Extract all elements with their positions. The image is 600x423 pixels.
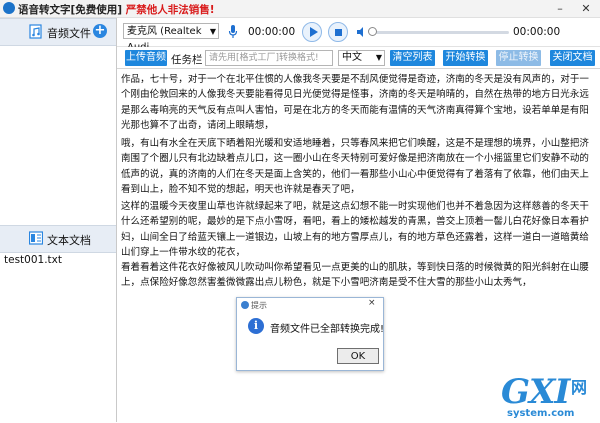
device-select[interactable]: 麦克风 (Realtek Audi ▼ [123, 23, 219, 53]
watermark-domain: system.com [507, 408, 575, 419]
task-input[interactable]: 请先用[格式工厂]转换格式! [205, 50, 333, 66]
task-label: 任务栏 [171, 54, 203, 66]
app-title-text: 语音转文字[免费使用] [18, 4, 123, 16]
total-time: 00:00:00 [513, 26, 561, 38]
chevron-down-icon: ▼ [375, 53, 382, 62]
completion-dialog: 提示 × i 音频文件已全部转换完成! OK [236, 297, 384, 371]
dialog-app-icon [241, 301, 249, 309]
watermark-logo: GXI 网 system.com [501, 375, 597, 421]
toolbar: 上传音频 任务栏 请先用[格式工厂]转换格式! 中文 ▼ 清空列表 开始转换 停… [117, 47, 600, 67]
audio-files-header: 音频文件 + [0, 18, 116, 46]
dialog-message: 音频文件已全部转换完成! [270, 324, 385, 335]
volume-icon [357, 27, 363, 37]
language-select-value: 中文 [342, 52, 362, 63]
transcript-paragraph: 这样的温暖今天夜里山草也许就绿起来了吧，就是这点幻想不能一时实现他们也并不着急因… [121, 201, 589, 258]
chevron-down-icon: ▼ [209, 27, 216, 36]
play-button[interactable] [302, 22, 322, 42]
dialog-title: 提示 [251, 301, 267, 310]
text-docs-header: 文本文档 [0, 225, 116, 253]
doc-list-item[interactable]: test001.txt [4, 254, 62, 266]
transcript-paragraph: 哦，有山有水全在天底下晒着阳光暖和安适地睡着，只等春风来把它们唤醒，这是不是理想… [121, 138, 589, 195]
watermark-cn-text: 网 [571, 378, 588, 397]
upload-audio-button[interactable]: 上传音频 [125, 50, 167, 66]
document-icon [29, 231, 43, 245]
transcript-paragraph: 看着看着这件花衣好像被风儿吹动叫你希望看见一点更美的山的肌肤，等到快日落的时候微… [121, 262, 589, 289]
audio-file-icon [29, 24, 42, 39]
stop-playback-button[interactable] [328, 22, 348, 42]
stop-convert-button[interactable]: 停止转换 [496, 50, 541, 66]
minimize-button[interactable]: – [550, 0, 570, 17]
start-convert-button[interactable]: 开始转换 [443, 50, 488, 66]
elapsed-time: 00:00:00 [248, 26, 296, 38]
app-warning-text: 严禁他人非法销售! [125, 4, 215, 16]
close-window-button[interactable]: ✕ [576, 0, 596, 17]
player-bar: 麦克风 (Realtek Audi ▼ 00:00:00 00:00:00 [117, 18, 600, 53]
title-bar: 语音转文字[免费使用] 严禁他人非法销售! – ✕ [0, 0, 600, 18]
language-select[interactable]: 中文 ▼ [338, 50, 385, 66]
app-icon [3, 2, 15, 14]
sidebar: 音频文件 + 文本文档 test001.txt [0, 18, 117, 422]
audio-files-label: 音频文件 [47, 27, 91, 40]
dialog-close-button[interactable]: × [368, 298, 376, 308]
text-docs-label: 文本文档 [47, 234, 91, 247]
microphone-icon [228, 25, 238, 38]
info-icon: i [248, 318, 264, 334]
volume-slider[interactable] [369, 31, 509, 34]
watermark-logo-text: GXI [501, 372, 570, 412]
volume-slider-handle[interactable] [368, 27, 377, 36]
add-audio-button[interactable]: + [93, 24, 107, 38]
dialog-title-bar: 提示 × [237, 298, 383, 312]
close-document-button[interactable]: 关闭文档 [550, 50, 595, 66]
clear-list-button[interactable]: 清空列表 [390, 50, 435, 66]
ok-button[interactable]: OK [337, 348, 379, 364]
transcript-paragraph: 作品，七十号，对于一个在北平住惯的人像我冬天要是不刮风便觉得是奇迹，济南的冬天是… [121, 74, 589, 131]
app-title: 语音转文字[免费使用] 严禁他人非法销售! [18, 2, 215, 17]
